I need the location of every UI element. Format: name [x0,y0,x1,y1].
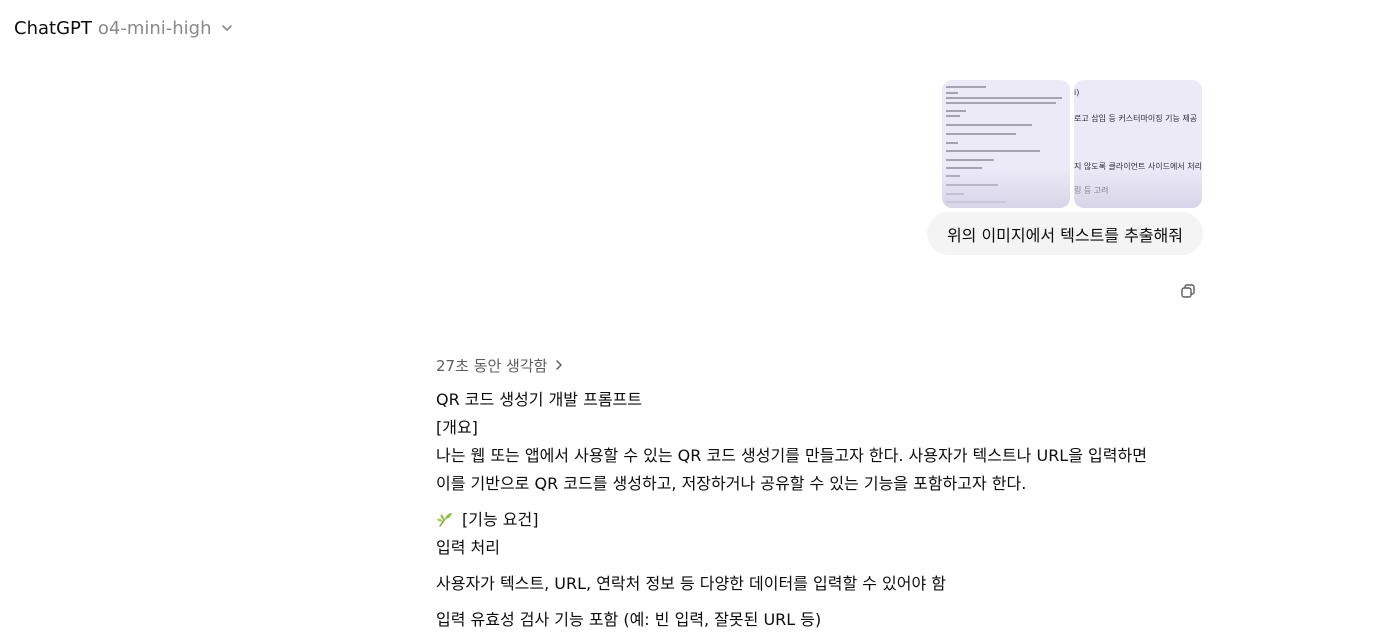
overview-body-line: 이를 기반으로 QR 코드를 생성하고, 저장하거나 공유할 수 있는 기능을 … [436,474,1027,493]
sprout-icon [437,513,452,527]
user-attachments: i) 로고 삽입 등 커스터마이징 기능 제공 지 않도록 클라이언트 사이드에… [942,80,1202,208]
copy-button[interactable] [1177,280,1199,302]
image-attachment-2[interactable]: i) 로고 삽입 등 커스터마이징 기능 제공 지 않도록 클라이언트 사이드에… [1074,80,1202,208]
model-name: o4-mini-high [97,17,212,39]
thought-toggle[interactable]: 27초 동안 생각함 [436,352,565,378]
input-heading: 입력 처리 [436,538,500,557]
attachment-text-line: 로고 삽입 등 커스터마이징 기능 제공 [1074,114,1198,123]
assistant-content: QR 코드 생성기 개발 프롬프트 [개요] 나는 웹 또는 앱에서 사용할 수… [436,386,1216,634]
model-switcher-button[interactable]: ChatGPT o4-mini-high [6,10,242,46]
assistant-message: 27초 동안 생각함 QR 코드 생성기 개발 프롬프트 [개요] 나는 웹 또… [436,352,1216,634]
overview-heading: [개요] [436,418,478,437]
overview-body-line: 나는 웹 또는 앱에서 사용할 수 있는 QR 코드 생성기를 만들고자 한다.… [436,446,1147,465]
attachment-text-line: 링 등 고려 [1074,186,1109,195]
top-bar: ChatGPT o4-mini-high [0,0,1399,56]
copy-icon [1181,284,1195,298]
attachment-text-line: i) [1074,88,1080,97]
thought-label: 27초 동안 생각함 [436,356,548,375]
attachment-text-line: 지 않도록 클라이언트 사이드에서 처리 [1074,162,1202,171]
list-item: 입력 유효성 검사 기능 포함 (예: 빈 입력, 잘못된 URL 등) [436,610,822,629]
chevron-down-icon [221,25,232,31]
image-attachment-1[interactable] [942,80,1070,208]
features-heading: [기능 요건] [462,510,539,529]
user-message-bubble: 위의 이미지에서 텍스트를 추출해줘 [926,212,1203,255]
chevron-right-icon [556,360,563,370]
features-heading-row: [기능 요건] [436,506,1216,534]
response-title: QR 코드 생성기 개발 프롬프트 [436,390,642,409]
list-item: 사용자가 텍스트, URL, 연락처 정보 등 다양한 데이터를 입력할 수 있… [436,574,947,593]
app-name: ChatGPT [14,17,92,39]
